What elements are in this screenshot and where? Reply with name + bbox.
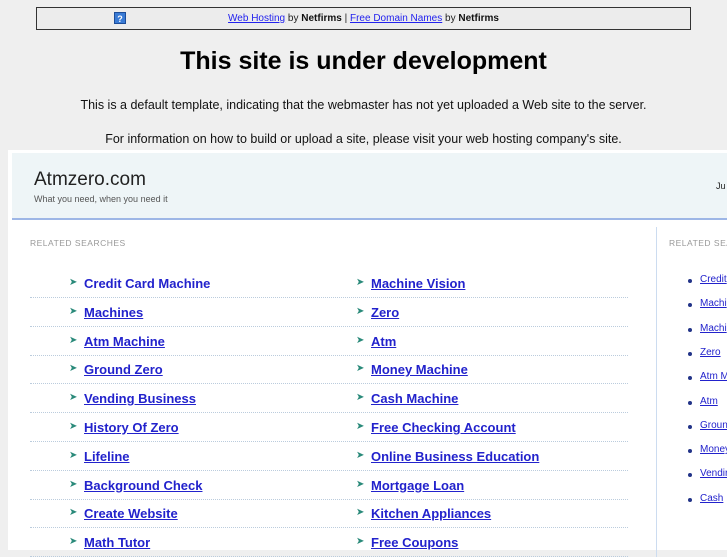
search-link[interactable]: Money Machine — [371, 362, 468, 377]
arrow-icon: ➤ — [69, 507, 78, 519]
bullet-icon — [688, 497, 692, 502]
side-search-link[interactable]: Atm M — [700, 371, 727, 382]
table-row: ➤ Atm Machine ➤ Atm — [30, 327, 628, 356]
bullet-icon — [688, 351, 692, 356]
table-row: ➤ Machines ➤ Zero — [30, 298, 628, 327]
side-search-link[interactable]: Groun — [700, 420, 727, 431]
arrow-icon: ➤ — [69, 334, 78, 346]
separator: | — [341, 13, 350, 24]
search-link[interactable]: Lifeline — [84, 449, 130, 464]
bullet-icon — [688, 303, 692, 308]
search-link[interactable]: Create Website — [84, 506, 178, 521]
info-text: This is a default template, indicating t… — [80, 98, 647, 112]
table-row: ➤ Math Tutor ➤ Free Coupons — [30, 528, 628, 557]
banner-text: Web Hosting by Netfirms | Free Domain Na… — [37, 13, 690, 24]
arrow-icon: ➤ — [356, 363, 365, 375]
site-header: Atmzero.com What you need, when you need… — [12, 153, 727, 220]
search-link[interactable]: Free Coupons — [371, 535, 458, 550]
arrow-icon: ➤ — [69, 449, 78, 461]
side-search-link[interactable]: Machi — [700, 298, 727, 309]
bullet-icon — [688, 327, 692, 332]
table-row: ➤ Lifeline ➤ Online Business Education — [30, 442, 628, 471]
arrow-icon: ➤ — [69, 305, 78, 317]
column-divider — [656, 227, 657, 557]
search-link[interactable]: Math Tutor — [84, 535, 150, 550]
arrow-icon: ➤ — [356, 277, 365, 288]
site-name[interactable]: Atmzero.com — [34, 169, 146, 191]
arrow-icon: ➤ — [356, 334, 365, 346]
search-link[interactable]: Atm Machine — [84, 334, 165, 349]
arrow-icon: ➤ — [356, 392, 365, 404]
bullet-icon — [688, 376, 692, 381]
search-link[interactable]: Free Checking Account — [371, 420, 516, 435]
search-link[interactable]: Background Check — [84, 478, 202, 493]
side-search-link[interactable]: Atm — [700, 396, 718, 407]
info-text-2: For information on how to build or uploa… — [105, 132, 622, 146]
bullet-icon — [688, 473, 692, 478]
side-search-link[interactable]: Vendir — [700, 468, 727, 479]
side-search-link[interactable]: Credit — [700, 274, 727, 285]
arrow-icon: ➤ — [356, 536, 365, 548]
page-title: This site is under development — [180, 47, 547, 75]
table-row: ➤ Create Website ➤ Kitchen Appliances — [30, 499, 628, 529]
brand: Netfirms — [301, 13, 342, 24]
brand: Netfirms — [458, 13, 499, 24]
hosting-banner: ? Web Hosting by Netfirms | Free Domain … — [36, 7, 691, 30]
search-link[interactable]: Cash Machine — [371, 391, 458, 406]
arrow-icon: ➤ — [356, 305, 365, 317]
arrow-icon: ➤ — [356, 478, 365, 490]
arrow-icon: ➤ — [69, 277, 78, 288]
bullet-icon — [688, 449, 692, 454]
table-row: ➤ Vending Business ➤ Cash Machine — [30, 384, 628, 414]
table-row: ➤ Ground Zero ➤ Money Machine — [30, 355, 628, 385]
site-tagline: What you need, when you need it — [34, 194, 168, 204]
search-link[interactable]: Ground Zero — [84, 362, 163, 377]
search-link[interactable]: Credit Card Machine — [84, 276, 210, 291]
parked-page: Atmzero.com What you need, when you need… — [8, 150, 727, 557]
table-row: ➤ History Of Zero ➤ Free Checking Account — [30, 413, 628, 442]
search-link[interactable]: Online Business Education — [371, 449, 539, 464]
arrow-icon: ➤ — [69, 421, 78, 432]
header-right-text: Ju — [716, 181, 726, 191]
by-text: by — [442, 13, 459, 24]
side-search-link[interactable]: Money — [700, 444, 727, 455]
bullet-icon — [688, 400, 692, 405]
search-link[interactable]: History Of Zero — [84, 420, 179, 435]
search-link[interactable]: Vending Business — [84, 391, 196, 406]
by-text: by — [285, 13, 302, 24]
table-row: ➤ Background Check ➤ Mortgage Loan — [30, 471, 628, 500]
arrow-icon: ➤ — [356, 421, 365, 432]
side-search-link[interactable]: Zero — [700, 347, 721, 358]
arrow-icon: ➤ — [356, 507, 365, 519]
side-search-link[interactable]: Cash — [700, 493, 723, 504]
bullet-icon — [688, 279, 692, 283]
arrow-icon: ➤ — [69, 392, 78, 404]
search-link[interactable]: Machines — [84, 305, 143, 320]
free-domain-link[interactable]: Free Domain Names — [350, 13, 442, 24]
search-link[interactable]: Atm — [371, 334, 396, 349]
arrow-icon: ➤ — [69, 536, 78, 548]
side-related-label: RELATED SEA — [669, 238, 727, 248]
side-search-link[interactable]: Machi — [700, 323, 727, 334]
related-searches-label: RELATED SEARCHES — [30, 238, 126, 248]
search-link[interactable]: Mortgage Loan — [371, 478, 464, 493]
arrow-icon: ➤ — [69, 363, 78, 375]
search-link[interactable]: Machine Vision — [371, 276, 465, 291]
table-row: ➤ Credit Card Machine ➤ Machine Vision — [30, 269, 628, 298]
web-hosting-link[interactable]: Web Hosting — [228, 13, 285, 24]
bullet-icon — [688, 424, 692, 429]
arrow-icon: ➤ — [356, 449, 365, 461]
arrow-icon: ➤ — [69, 478, 78, 490]
search-link[interactable]: Zero — [371, 305, 399, 320]
search-link[interactable]: Kitchen Appliances — [371, 506, 491, 521]
